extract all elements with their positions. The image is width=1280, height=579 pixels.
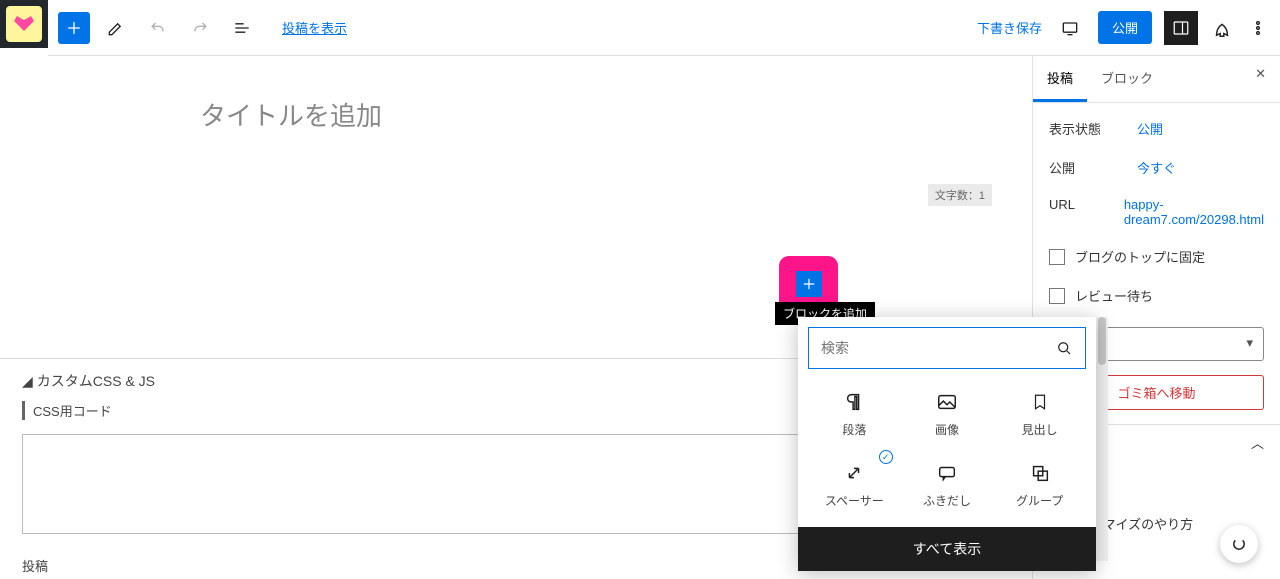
jetpack-icon [1211,17,1233,39]
inline-block-inserter-button[interactable] [796,271,822,297]
block-item-label: 画像 [905,421,990,438]
block-item-label: 見出し [997,421,1082,438]
stick-to-top-label: ブログのトップに固定 [1075,247,1205,266]
url-row: URL happy-dream7.com/20298.html [1033,187,1280,237]
plus-icon [64,18,84,38]
block-item-label: グループ [997,492,1082,509]
block-inserter-toggle[interactable] [58,12,90,44]
image-icon [936,391,958,413]
stick-to-top-checkbox[interactable]: ブログのトップに固定 [1033,237,1280,276]
list-icon [232,18,252,38]
tab-post[interactable]: 投稿 [1033,56,1087,102]
visibility-label: 表示状態 [1049,119,1137,138]
checkbox-icon [1049,249,1065,265]
save-draft-button[interactable]: 下書き保存 [977,18,1042,37]
redo-button[interactable] [184,12,216,44]
undo-button[interactable] [142,12,174,44]
assistant-floating-button[interactable] [1220,525,1258,563]
block-item-label: ふきだし [905,492,990,509]
block-item-heading[interactable]: 見出し [993,379,1086,450]
publish-button[interactable]: 公開 [1098,11,1152,44]
plus-icon [800,275,818,293]
block-item-speech[interactable]: ふきだし [901,450,994,521]
site-logo[interactable] [0,0,48,48]
preview-button[interactable] [1054,12,1086,44]
heart-icon [13,14,35,34]
inserter-search-input[interactable] [821,340,1055,356]
close-sidebar-button[interactable]: ✕ [1241,56,1280,102]
block-item-group[interactable]: グループ [993,450,1086,521]
jetpack-button[interactable] [1210,16,1234,40]
tools-select[interactable] [100,12,132,44]
pending-review-label: レビュー待ち [1075,286,1153,305]
block-item-paragraph[interactable]: 段落 [808,379,901,450]
url-label: URL [1049,197,1124,227]
bookmark-icon [1029,391,1051,413]
view-post-link[interactable]: 投稿を表示 [282,18,347,37]
block-item-label: スペーサー [812,492,897,509]
settings-panel-toggle[interactable] [1164,11,1198,45]
sidebar-tabs: 投稿 ブロック ✕ [1033,56,1280,103]
url-value[interactable]: happy-dream7.com/20298.html [1124,197,1264,227]
tab-block[interactable]: ブロック [1087,56,1167,102]
publish-date-row: 公開 今すぐ [1033,148,1280,187]
inserter-show-all-button[interactable]: すべて表示 [798,527,1096,571]
visibility-row: 表示状態 公開 [1033,109,1280,148]
jetpack-small-icon: ◢ [22,373,33,390]
pending-review-checkbox[interactable]: レビュー待ち [1033,276,1280,315]
block-inserter-popover: 段落 画像 見出し ✓ スペーサー ふきだし グループ すべて表示 [798,317,1096,571]
speech-bubble-icon [936,462,958,484]
search-icon [1055,339,1073,357]
post-title-input[interactable]: タイトルを追加 [200,96,1032,133]
block-item-spacer[interactable]: ✓ スペーサー [808,450,901,521]
visibility-value[interactable]: 公開 [1137,119,1264,138]
undo-icon [148,18,168,38]
redo-icon [190,18,210,38]
knot-icon [1228,533,1250,555]
desktop-icon [1060,18,1080,38]
publish-date-value[interactable]: 今すぐ [1137,158,1264,177]
spacer-icon [843,462,865,484]
more-options-button[interactable] [1246,16,1270,40]
checkbox-icon [1049,288,1065,304]
kebab-icon [1248,18,1268,38]
edit-icon [106,18,126,38]
editor-top-toolbar: 投稿を表示 下書き保存 公開 [48,0,1280,56]
character-count-badge: 文字数：1 [928,184,992,206]
block-item-label: 段落 [812,421,897,438]
footer-status: 投稿 [22,556,48,575]
document-overview-button[interactable] [226,12,258,44]
group-icon [1029,462,1051,484]
publish-date-label: 公開 [1049,158,1137,177]
sidebar-icon [1172,19,1190,37]
inserter-search [808,327,1086,369]
block-item-image[interactable]: 画像 [901,379,994,450]
check-icon: ✓ [879,450,893,464]
chevron-up-icon: ︿ [1251,433,1264,452]
inserter-scrollbar[interactable] [1096,317,1108,561]
paragraph-icon [843,391,865,413]
